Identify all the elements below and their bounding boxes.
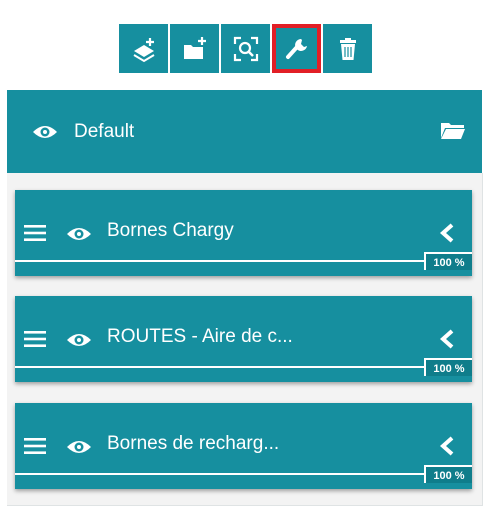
opacity-value: 100 % <box>424 465 472 483</box>
opacity-slider[interactable] <box>15 260 424 262</box>
drag-handle-icon[interactable] <box>24 438 46 454</box>
drag-handle-icon[interactable] <box>24 331 46 347</box>
layer-item[interactable]: Bornes Chargy 100 % <box>15 190 472 276</box>
chevron-left-icon[interactable] <box>439 436 455 456</box>
eye-icon[interactable] <box>32 123 58 141</box>
zoom-to-extent-button[interactable] <box>221 24 270 73</box>
add-folder-button[interactable] <box>170 24 219 73</box>
wrench-icon <box>285 38 307 59</box>
delete-button[interactable] <box>323 24 372 73</box>
opacity-slider[interactable] <box>15 366 424 368</box>
eye-icon[interactable] <box>66 331 92 349</box>
chevron-left-icon[interactable] <box>439 329 455 349</box>
add-layer-icon <box>132 37 155 62</box>
group-title: Default <box>74 120 135 142</box>
opacity-value: 100 % <box>424 358 472 376</box>
layer-name: ROUTES - Aire de c... <box>107 326 293 347</box>
layer-toolbar <box>119 24 374 73</box>
group-header-default[interactable]: Default <box>7 90 482 173</box>
eye-icon[interactable] <box>66 225 92 243</box>
layer-item[interactable]: Bornes de recharg... 100 % <box>15 403 472 489</box>
add-layer-button[interactable] <box>119 24 168 73</box>
add-folder-icon <box>183 36 206 59</box>
eye-icon[interactable] <box>66 438 92 456</box>
layer-name: Bornes Chargy <box>107 220 234 241</box>
layer-name: Bornes de recharg... <box>107 433 280 454</box>
opacity-value: 100 % <box>424 252 472 270</box>
opacity-slider[interactable] <box>15 473 424 475</box>
trash-icon <box>339 37 356 60</box>
chevron-left-icon[interactable] <box>439 223 455 243</box>
folder-open-icon[interactable] <box>440 120 466 140</box>
layer-item[interactable]: ROUTES - Aire de c... 100 % <box>15 296 472 382</box>
drag-handle-icon[interactable] <box>24 225 46 241</box>
tools-button[interactable] <box>272 24 321 73</box>
zoom-extent-icon <box>233 36 258 61</box>
